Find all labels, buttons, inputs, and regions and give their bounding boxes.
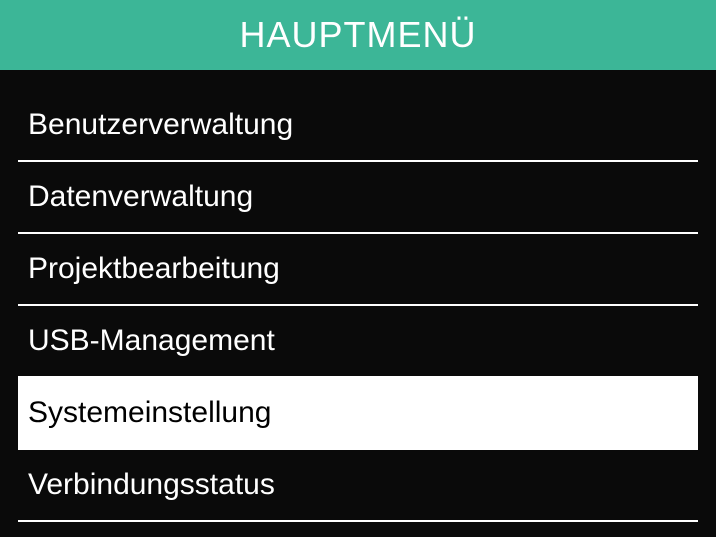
menu-item-connection-status[interactable]: Verbindungsstatus bbox=[18, 450, 698, 522]
page-title: HAUPTMENÜ bbox=[239, 14, 476, 56]
menu-item-data-management[interactable]: Datenverwaltung bbox=[18, 162, 698, 234]
menu-item-usb-management[interactable]: USB-Management bbox=[18, 306, 698, 378]
menu-item-label: USB-Management bbox=[28, 324, 275, 358]
menu-item-label: Projektbearbeitung bbox=[28, 252, 280, 286]
menu-item-label: Benutzerverwaltung bbox=[28, 108, 293, 142]
header-bar: HAUPTMENÜ bbox=[0, 0, 716, 70]
menu-item-label: Systemeinstellung bbox=[28, 396, 271, 430]
menu-item-label: Datenverwaltung bbox=[28, 180, 253, 214]
menu-item-system-settings[interactable]: Systemeinstellung bbox=[18, 378, 698, 450]
menu-item-user-management[interactable]: Benutzerverwaltung bbox=[18, 90, 698, 162]
menu-item-label: Verbindungsstatus bbox=[28, 468, 275, 502]
menu-item-project-editing[interactable]: Projektbearbeitung bbox=[18, 234, 698, 306]
main-menu: Benutzerverwaltung Datenverwaltung Proje… bbox=[0, 90, 716, 522]
